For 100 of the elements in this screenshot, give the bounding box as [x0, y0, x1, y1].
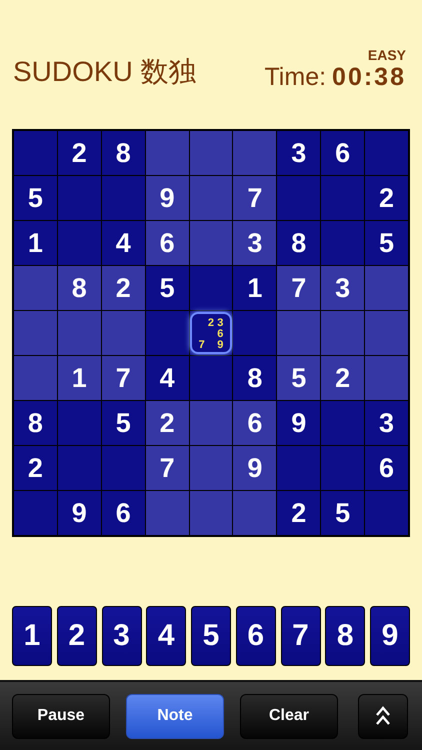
board-cell[interactable] — [58, 446, 101, 490]
board-cell[interactable] — [321, 311, 364, 355]
board-cell[interactable] — [190, 491, 232, 535]
number-key[interactable]: 6 — [236, 606, 276, 666]
board-cell[interactable] — [102, 446, 145, 490]
board-cell[interactable] — [190, 266, 232, 310]
board-cell[interactable] — [190, 131, 232, 175]
board-cell[interactable]: 2 — [365, 176, 408, 220]
board-cell[interactable] — [190, 401, 232, 445]
board-cell[interactable] — [233, 131, 276, 175]
board-cell[interactable] — [233, 491, 276, 535]
toolbar-button[interactable]: Pause — [12, 694, 110, 738]
board-cell[interactable] — [14, 491, 57, 535]
toolbar-button[interactable]: Note — [126, 694, 224, 738]
board-cell[interactable]: 2 — [146, 401, 189, 445]
board-cell[interactable]: 6 — [365, 446, 408, 490]
board-cell[interactable] — [365, 131, 408, 175]
board-cell[interactable] — [321, 221, 364, 265]
board-cell[interactable]: 4 — [102, 221, 145, 265]
board-cell[interactable]: 9 — [233, 446, 276, 490]
toolbar-button[interactable]: Clear — [240, 694, 338, 738]
board-cell[interactable] — [14, 356, 57, 400]
note-digit: 2 — [206, 318, 216, 329]
board-cell[interactable] — [146, 491, 189, 535]
selected-cell-notes[interactable]: 2 3 6 7 9 — [190, 312, 232, 354]
board-cell[interactable]: 6 — [321, 131, 364, 175]
board-cell[interactable]: 5 — [146, 266, 189, 310]
board-cell[interactable]: 6 — [102, 491, 145, 535]
board-cell[interactable]: 5 — [277, 356, 320, 400]
number-key[interactable]: 5 — [191, 606, 231, 666]
board-cell[interactable]: 2 — [102, 266, 145, 310]
board-cell[interactable]: 7 — [146, 446, 189, 490]
board-cell[interactable]: 8 — [58, 266, 101, 310]
cell-digit: 5 — [291, 362, 306, 394]
board-cell[interactable] — [146, 311, 189, 355]
board-cell[interactable]: 1 — [233, 266, 276, 310]
number-key[interactable]: 7 — [280, 606, 320, 666]
number-key[interactable]: 1 — [12, 606, 52, 666]
board-cell[interactable] — [58, 401, 101, 445]
number-key[interactable]: 3 — [102, 606, 142, 666]
number-key[interactable]: 8 — [325, 606, 366, 666]
cell-digit: 7 — [116, 362, 131, 394]
board-cell[interactable] — [190, 221, 232, 265]
board-cell[interactable] — [102, 176, 145, 220]
board-cell[interactable] — [190, 176, 232, 220]
board-cell[interactable] — [277, 311, 320, 355]
board-cell[interactable] — [321, 401, 364, 445]
board-cell[interactable] — [190, 356, 232, 400]
board-cell[interactable] — [321, 446, 364, 490]
board-cell[interactable]: 3 — [321, 266, 364, 310]
board-cell[interactable] — [58, 176, 101, 220]
board-cell[interactable] — [190, 446, 232, 490]
board-cell[interactable] — [277, 176, 320, 220]
board-cell[interactable]: 9 — [146, 176, 189, 220]
board-cell[interactable]: 3 — [365, 401, 408, 445]
board-cell[interactable] — [146, 131, 189, 175]
board-cell[interactable]: 5 — [14, 176, 57, 220]
board-cell[interactable]: 2 — [321, 356, 364, 400]
board-cell[interactable]: 8 — [277, 221, 320, 265]
collapse-button[interactable] — [358, 694, 408, 738]
board-cell[interactable]: 7 — [233, 176, 276, 220]
board-cell[interactable] — [14, 311, 57, 355]
board-cell[interactable] — [365, 266, 408, 310]
board-cell[interactable]: 5 — [321, 491, 364, 535]
board-cell[interactable]: 6 — [146, 221, 189, 265]
board-cell[interactable]: 2 — [58, 131, 101, 175]
number-key[interactable]: 4 — [146, 606, 186, 666]
board-cell[interactable]: 2 — [14, 446, 57, 490]
board-cell[interactable] — [277, 446, 320, 490]
board-cell[interactable]: 1 — [14, 221, 57, 265]
board-cell[interactable]: 6 — [233, 401, 276, 445]
cell-digit: 7 — [160, 452, 175, 484]
board-cell[interactable]: 3 — [233, 221, 276, 265]
board-cell[interactable] — [365, 356, 408, 400]
cell-digit: 4 — [116, 228, 131, 258]
number-key[interactable]: 9 — [370, 606, 410, 666]
board-cell[interactable]: 1 — [58, 356, 101, 400]
board-cell[interactable] — [14, 266, 57, 310]
board-cell[interactable] — [365, 311, 408, 355]
board-cell[interactable]: 3 — [277, 131, 320, 175]
board-cell[interactable]: 8 — [14, 401, 57, 445]
board-cell[interactable] — [14, 131, 57, 175]
board-cell[interactable]: 8 — [233, 356, 276, 400]
board-cell[interactable]: 8 — [102, 131, 145, 175]
board-cell[interactable] — [321, 176, 364, 220]
board-cell[interactable]: 7 — [102, 356, 145, 400]
board-cell[interactable]: 9 — [58, 491, 101, 535]
board-cell[interactable] — [233, 311, 276, 355]
board-cell[interactable] — [58, 221, 101, 265]
number-key[interactable]: 2 — [56, 606, 97, 666]
board-cell[interactable]: 7 — [277, 266, 320, 310]
double-chevron-up-icon — [375, 705, 391, 727]
board-cell[interactable] — [102, 311, 145, 355]
board-cell[interactable]: 5 — [365, 221, 408, 265]
board-cell[interactable]: 2 — [277, 491, 320, 535]
board-cell[interactable] — [58, 311, 101, 355]
board-cell[interactable]: 4 — [146, 356, 189, 400]
board-cell[interactable] — [365, 491, 408, 535]
board-cell[interactable]: 9 — [277, 401, 320, 445]
board-cell[interactable]: 5 — [102, 401, 145, 445]
